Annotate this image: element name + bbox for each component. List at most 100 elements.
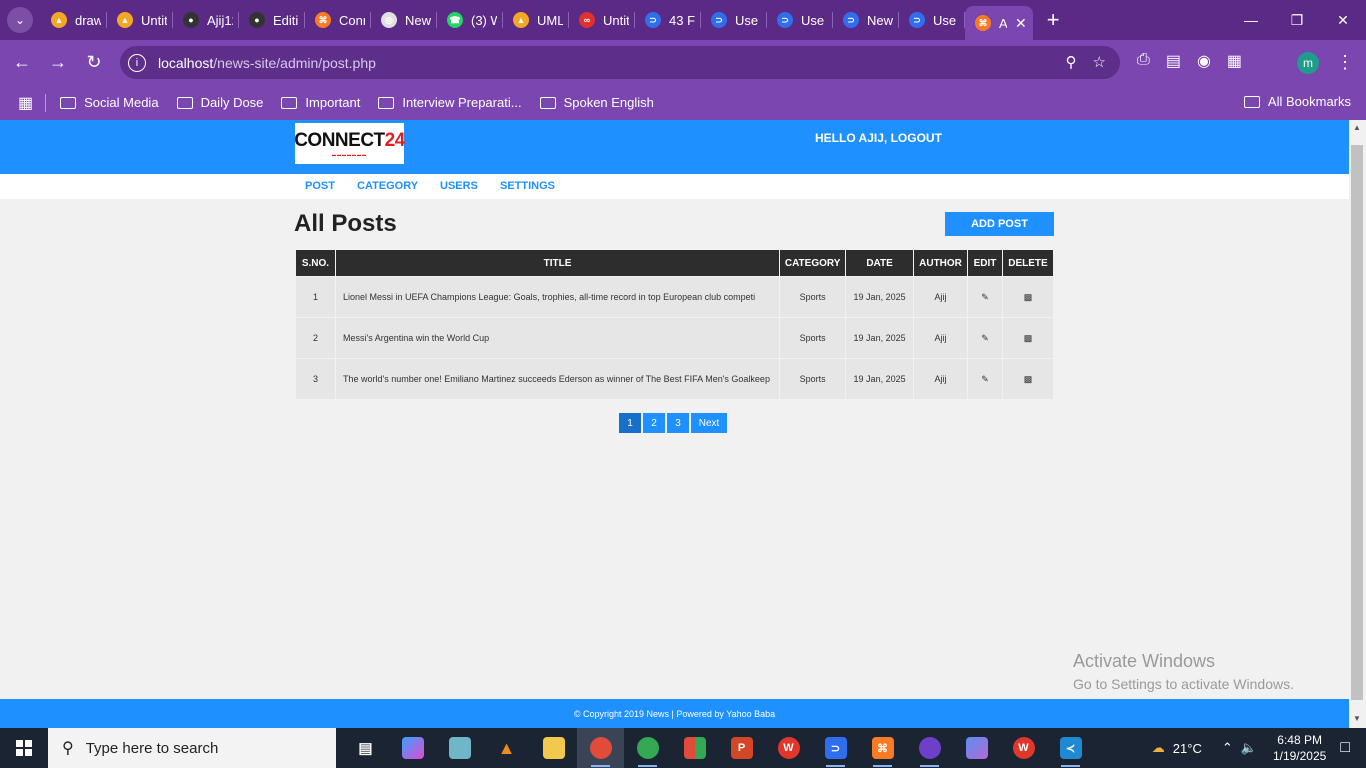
page-scrollbar[interactable]: ▲ ▼ (1349, 120, 1366, 728)
address-bar[interactable]: i localhost/news-site/admin/post.php ⚲ ☆ (120, 46, 1120, 79)
next-page-button[interactable]: Next (691, 413, 727, 433)
back-button[interactable]: ← (4, 45, 40, 81)
bookmark-folder-2[interactable]: Important (281, 95, 360, 110)
taskbar-apps: ▤ ▲ P W ⊃ ⌘ W ≺ (342, 728, 1094, 768)
bookmark-label: Social Media (84, 95, 159, 110)
taskbar-app-grid[interactable] (671, 728, 718, 768)
taskbar-app-xampp[interactable]: ⌘ (859, 728, 906, 768)
scroll-thumb[interactable] (1351, 145, 1363, 700)
tab-11[interactable]: ⊃ Use ( (767, 0, 833, 40)
restore-button[interactable]: ❐ (1274, 0, 1320, 40)
posts-table: S.NO. TITLE CATEGORY DATE AUTHOR EDIT DE… (295, 249, 1055, 400)
trash-icon[interactable]: ▩ (1024, 333, 1033, 343)
start-button[interactable] (0, 728, 48, 768)
hidden-icons-chevron-icon[interactable]: ⌃ (1222, 740, 1233, 756)
taskbar-app-chrome-profile[interactable] (624, 728, 671, 768)
tab-7[interactable]: ▲ UML (503, 0, 569, 40)
weather-icon[interactable]: ☁ (1152, 740, 1165, 756)
taskbar-app-wps[interactable]: W (765, 728, 812, 768)
tab-4[interactable]: ⌘ Conn (305, 0, 371, 40)
tab-active[interactable]: ⌘ A ✕ (965, 6, 1033, 40)
cell-sno: 3 (295, 358, 336, 400)
tab-2[interactable]: ● Ajij12 (173, 0, 239, 40)
tab-label: New (405, 12, 431, 28)
taskbar-app-chrome[interactable] (577, 728, 624, 768)
cell-delete: ▩ (1001, 317, 1055, 359)
page-3-button[interactable]: 3 (667, 413, 689, 433)
taskbar-app-powerpoint[interactable]: P (718, 728, 765, 768)
tab-0[interactable]: ▲ draw (41, 0, 107, 40)
close-window-button[interactable]: ✕ (1320, 0, 1366, 40)
tab-12[interactable]: ⊃ New (833, 0, 899, 40)
bookmark-folder-1[interactable]: Daily Dose (176, 95, 263, 110)
tab-9[interactable]: ⊃ 43 Fr (635, 0, 701, 40)
extension-chart-icon[interactable]: ▤ (1166, 51, 1181, 71)
folder-icon (539, 96, 556, 109)
cell-author: Ajij (913, 276, 968, 318)
menu-category[interactable]: CATEGORY (357, 180, 418, 192)
add-post-button[interactable]: ADD POST (945, 212, 1054, 236)
forward-button[interactable]: → (40, 45, 76, 81)
taskbar-search[interactable]: ⚲ Type here to search (48, 728, 336, 768)
edit-icon[interactable]: ✎ (981, 333, 989, 343)
site-footer: © Copyright 2019 News | Powered by Yahoo… (0, 699, 1349, 728)
site-logo[interactable]: CONNECT24 ▬▬▬▬▬▬▬ (294, 123, 405, 164)
extension-printer-icon[interactable]: ⎙ (1137, 51, 1150, 71)
minimize-button[interactable]: — (1228, 0, 1274, 40)
extensions-puzzle-icon[interactable]: ▦ (1227, 51, 1242, 71)
logout-link[interactable]: HELLO AJIJ, LOGOUT (815, 131, 942, 145)
taskbar-app-copilot[interactable] (389, 728, 436, 768)
tab-search-button[interactable]: ⌄ (7, 7, 33, 33)
page-1-button[interactable]: 1 (619, 413, 641, 433)
menu-settings[interactable]: SETTINGS (500, 180, 555, 192)
close-tab-icon[interactable]: ✕ (1015, 15, 1027, 32)
weather-temp[interactable]: 21°C (1173, 741, 1202, 756)
taskbar-app-github[interactable] (906, 728, 953, 768)
extension-screen-icon[interactable]: ◉ (1197, 51, 1211, 71)
taskbar-app-notes[interactable] (436, 728, 483, 768)
site-info-icon[interactable]: i (128, 53, 146, 72)
menu-post[interactable]: POST (305, 180, 335, 192)
apps-grid-icon[interactable]: ▦ (18, 93, 33, 113)
trash-icon[interactable]: ▩ (1024, 374, 1033, 384)
tab-1[interactable]: ▲ Untit (107, 0, 173, 40)
all-bookmarks-button[interactable]: All Bookmarks (1243, 94, 1351, 109)
taskbar-app-explorer[interactable] (530, 728, 577, 768)
bookmark-folder-0[interactable]: Social Media (60, 95, 159, 110)
taskbar-app-wps-office[interactable]: W (1000, 728, 1047, 768)
scroll-up-icon[interactable]: ▲ (1353, 123, 1361, 132)
bookmark-star-icon[interactable]: ☆ (1093, 53, 1106, 71)
page-2-button[interactable]: 2 (643, 413, 665, 433)
tab-5[interactable]: ◎ New (371, 0, 437, 40)
tab-6[interactable]: ☎ (3) W (437, 0, 503, 40)
new-tab-button[interactable]: + (1047, 7, 1060, 33)
tab-13[interactable]: ⊃ Use ( (899, 0, 965, 40)
tab-label: New (867, 12, 893, 28)
vscode-icon: ≺ (1059, 737, 1082, 759)
profile-avatar[interactable]: m (1297, 52, 1319, 74)
edit-icon[interactable]: ✎ (981, 292, 989, 302)
taskbar-app-vscode[interactable]: ≺ (1047, 728, 1094, 768)
bookmark-list: Social Media Daily Dose Important Interview… (60, 95, 672, 110)
trash-icon[interactable]: ▩ (1024, 292, 1033, 302)
tab-8[interactable]: ∞ Untit (569, 0, 635, 40)
notification-icon[interactable]: □ (1340, 739, 1350, 757)
bookmark-folder-4[interactable]: Spoken English (539, 95, 654, 110)
browser-menu-icon[interactable]: ⋮ (1336, 52, 1354, 73)
reload-button[interactable]: ↻ (76, 45, 112, 81)
task-view-button[interactable]: ▤ (342, 728, 389, 768)
zoom-icon[interactable]: ⚲ (1066, 53, 1077, 71)
taskbar-app-photos[interactable] (953, 728, 1000, 768)
scroll-down-icon[interactable]: ▼ (1353, 714, 1361, 723)
tab-3[interactable]: ● Editir (239, 0, 305, 40)
menu-users[interactable]: USERS (440, 180, 478, 192)
taskbar-app-vlc[interactable]: ▲ (483, 728, 530, 768)
taskbar-clock[interactable]: 6:48 PM 1/19/2025 (1273, 732, 1326, 764)
tab-10[interactable]: ⊃ Use ( (701, 0, 767, 40)
taskbar-app-dev[interactable]: ⊃ (812, 728, 859, 768)
edit-icon[interactable]: ✎ (981, 374, 989, 384)
cell-date: 19 Jan, 2025 (845, 317, 915, 359)
volume-icon[interactable]: 🔈 (1241, 740, 1257, 756)
address-url[interactable]: localhost/news-site/admin/post.php (158, 55, 376, 71)
bookmark-folder-3[interactable]: Interview Preparati... (378, 95, 522, 110)
